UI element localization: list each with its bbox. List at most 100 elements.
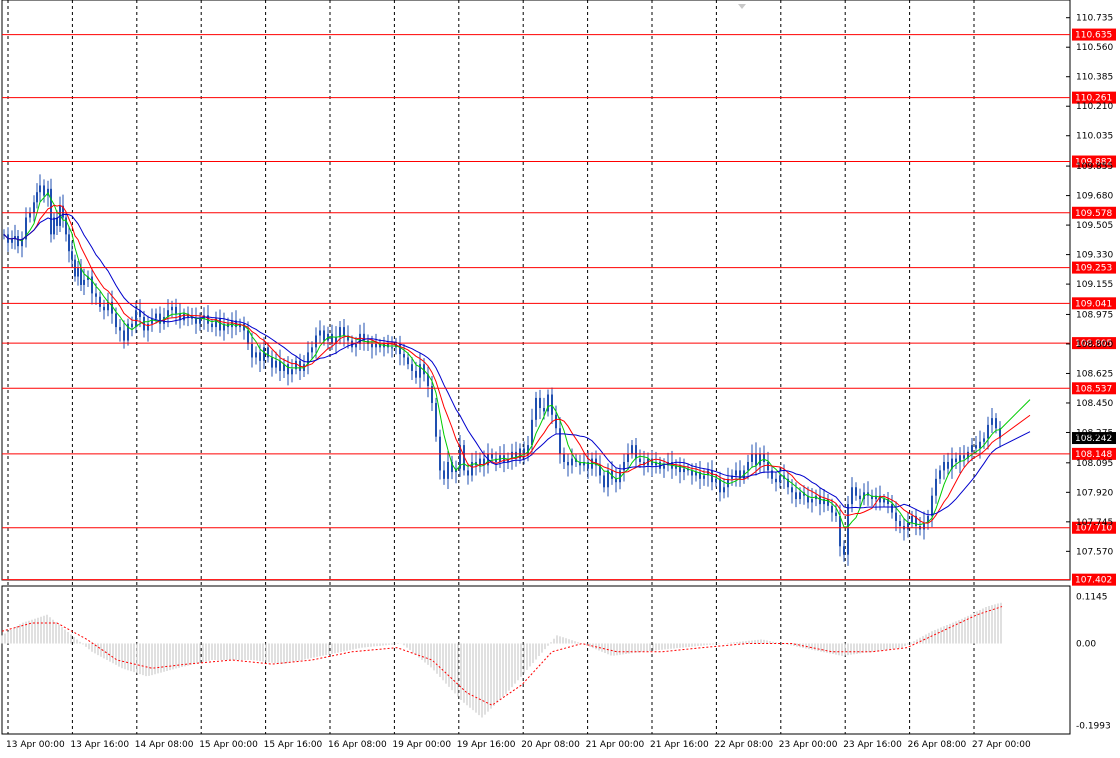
candle-body [567, 461, 569, 466]
price-tick-label: 108.450 [1076, 399, 1113, 409]
candle-body [403, 354, 405, 358]
level-label: 110.635 [1075, 31, 1112, 41]
level-label: 109.253 [1075, 264, 1112, 274]
candle-body [355, 343, 357, 348]
candle-body [907, 522, 909, 530]
candle-body [531, 419, 533, 446]
candle-body [467, 470, 469, 476]
price-tick-label: 110.035 [1076, 132, 1113, 142]
candle-body [119, 327, 121, 331]
candle-body [831, 505, 833, 513]
price-chart[interactable]: 110.635110.261109.882109.578109.253109.0… [0, 0, 1120, 758]
candle-body [291, 369, 293, 375]
candle-body [43, 185, 45, 196]
candle-body [563, 453, 565, 462]
candle-body [799, 492, 801, 500]
candle-body [571, 458, 573, 466]
time-tick-label: 15 Apr 16:00 [264, 740, 323, 750]
candle-body [767, 461, 769, 471]
time-tick-label: 14 Apr 08:00 [135, 740, 194, 750]
candle-body [695, 472, 697, 476]
candle-body [987, 424, 989, 439]
candle-body [539, 397, 541, 409]
price-tick-label: 109.680 [1076, 192, 1113, 202]
candle-body [195, 318, 197, 324]
candle-body [287, 364, 289, 375]
candle-body [155, 313, 157, 319]
level-label: 108.537 [1075, 384, 1112, 394]
oscillator-tick-label: 0.1145 [1076, 592, 1108, 602]
candle-body [447, 461, 449, 479]
time-tick-label: 27 Apr 00:00 [972, 740, 1031, 750]
price-tick-label: 108.800 [1076, 340, 1113, 350]
candle-body [311, 347, 313, 353]
candle-body [407, 357, 409, 365]
candle-body [39, 185, 41, 193]
candle-body [723, 487, 725, 493]
candle-body [147, 323, 149, 331]
candle-body [71, 251, 73, 260]
candle-body [371, 343, 373, 348]
candle-body [851, 487, 853, 505]
candle-body [183, 313, 185, 321]
candle-body [635, 445, 637, 459]
candle-body [735, 470, 737, 476]
candle-body [931, 495, 933, 516]
price-tick-label: 107.920 [1076, 488, 1113, 498]
price-tick-label: 109.155 [1076, 280, 1113, 290]
candle-body [747, 461, 749, 471]
candle-body [135, 310, 137, 328]
candle-body [375, 343, 377, 348]
candle-body [895, 512, 897, 521]
time-tick-label: 13 Apr 16:00 [70, 740, 129, 750]
candle-body [199, 318, 201, 324]
candle-body [36, 192, 38, 203]
candle-body [103, 306, 105, 311]
candle-body [50, 188, 52, 235]
price-tick-label: 110.735 [1076, 14, 1113, 24]
price-tick-label: 108.975 [1076, 310, 1113, 320]
candle-body [171, 306, 173, 311]
price-tick-label: 107.745 [1076, 518, 1113, 528]
candle-body [391, 347, 393, 349]
candle-body [243, 323, 245, 331]
candle-body [91, 276, 93, 294]
candle-body [415, 370, 417, 378]
time-tick-label: 16 Apr 08:00 [328, 740, 387, 750]
candle-body [83, 279, 85, 285]
time-tick-label: 21 Apr 00:00 [586, 740, 645, 750]
candle-body [847, 504, 849, 555]
price-tick-label: 110.385 [1076, 73, 1113, 83]
candle-body [555, 414, 557, 429]
candle-body [891, 504, 893, 513]
candle-body [131, 323, 133, 328]
candle-body [323, 330, 325, 341]
candle-body [11, 239, 13, 243]
candle-body [751, 453, 753, 462]
candle-body [315, 335, 317, 348]
candle-body [955, 458, 957, 462]
candle-body [211, 323, 213, 328]
candle-body [275, 360, 277, 368]
candle-body [559, 428, 561, 454]
candle-body [971, 445, 973, 452]
price-tick-label: 109.855 [1076, 162, 1113, 172]
price-tick-label: 108.095 [1076, 459, 1113, 469]
candle-body [775, 478, 777, 483]
level-label: 107.402 [1075, 576, 1112, 586]
oscillator-tick-label: -0.1993 [1076, 721, 1111, 731]
candle-body [843, 546, 845, 555]
candle-body [811, 499, 813, 503]
price-tick-label: 109.505 [1076, 221, 1113, 231]
candle-body [247, 330, 249, 344]
candle-body [115, 313, 117, 328]
level-label: 109.041 [1075, 299, 1112, 309]
candle-body [979, 441, 981, 449]
candle-body [411, 364, 413, 371]
candle-body [77, 268, 79, 277]
candle-body [175, 306, 177, 314]
candle-body [551, 394, 553, 415]
price-tick-label: 110.210 [1076, 102, 1113, 112]
candle-body [947, 461, 949, 469]
price-tick-label: 108.625 [1076, 369, 1113, 379]
